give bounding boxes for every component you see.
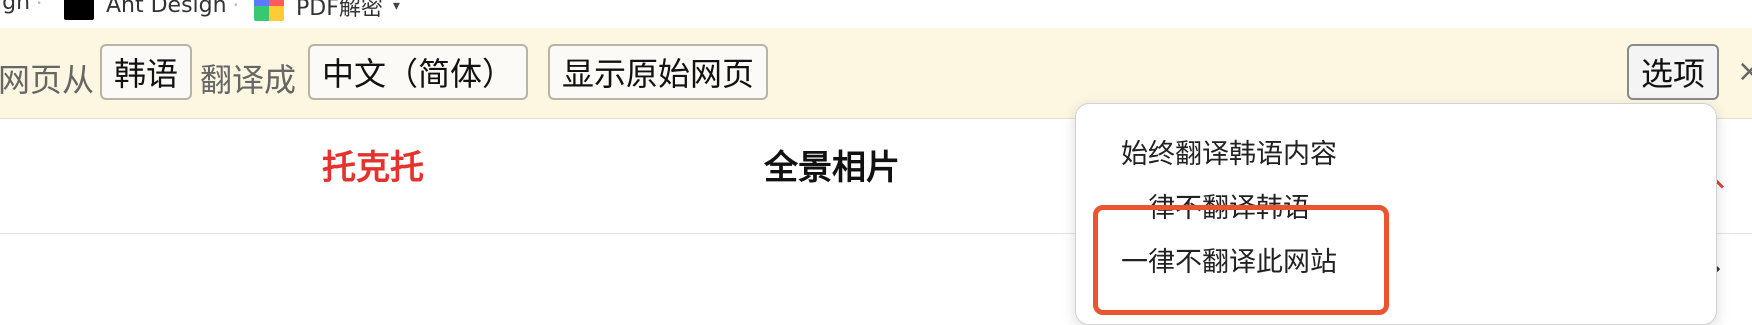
highlight-box <box>1093 205 1389 315</box>
target-language-select[interactable]: 中文（简体） <box>308 44 528 100</box>
bookmark-label: ign <box>0 0 31 15</box>
bookmark-pdf-decrypt[interactable]: PDF解密 ▾ <box>254 0 400 22</box>
bookmark-label: PDF解密 <box>296 0 383 21</box>
bookmarks-bar: ign · Ant Design · PDF解密 ▾ <box>0 0 1752 29</box>
nav-link-red[interactable]: 托克托 <box>322 140 424 189</box>
ant-design-logo-icon <box>64 0 94 20</box>
options-button[interactable]: 选项 <box>1627 44 1720 100</box>
source-language-button[interactable]: 韩语 <box>100 44 193 100</box>
bookmark-item[interactable]: ign · <box>0 0 48 15</box>
pdf-colorful-icon <box>254 0 284 21</box>
chevron-down-icon: ▾ <box>392 0 400 14</box>
nav-link[interactable]: 全景相片 <box>764 140 900 189</box>
bookmark-separator: · <box>232 0 239 17</box>
to-label: 翻译成 <box>200 61 297 99</box>
bookmark-ant-design[interactable]: Ant Design · <box>64 0 245 20</box>
bookmark-separator: · <box>36 0 43 15</box>
show-original-button[interactable]: 显示原始网页 <box>548 44 769 100</box>
bookmark-label: Ant Design <box>106 0 227 18</box>
menu-item-always-translate[interactable]: 始终翻译韩语内容 <box>1121 132 1337 171</box>
close-icon[interactable]: × <box>1737 54 1752 89</box>
from-label: 网页从 <box>0 61 95 99</box>
